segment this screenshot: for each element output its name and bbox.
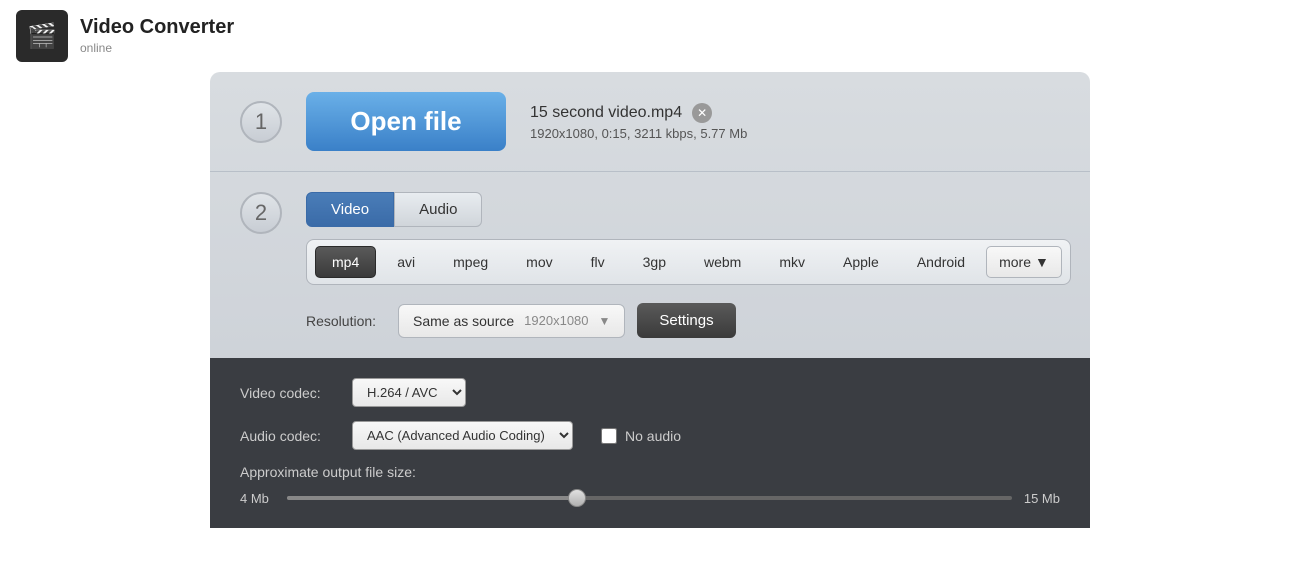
format-apple[interactable]: Apple	[826, 246, 896, 278]
file-close-button[interactable]: ✕	[692, 103, 712, 123]
header: 🎬 Video Converter online	[0, 0, 1300, 72]
file-name-label: 15 second video.mp4	[530, 104, 682, 122]
audio-codec-row: Audio codec: AAC (Advanced Audio Coding)…	[240, 421, 1060, 450]
format-flv[interactable]: flv	[574, 246, 622, 278]
app-subtitle: online	[80, 41, 112, 55]
settings-panel: Video codec: H.264 / AVC Audio codec: AA…	[210, 358, 1090, 528]
main-panel: 1 Open file 15 second video.mp4 ✕ 1920x1…	[210, 72, 1090, 528]
size-slider-row: 4 Mb 15 Mb	[240, 488, 1060, 508]
app-title-group: Video Converter online	[80, 16, 234, 57]
close-icon: ✕	[697, 106, 707, 120]
film-icon: 🎬	[27, 22, 57, 51]
open-file-button[interactable]: Open file	[306, 92, 506, 151]
video-codec-row: Video codec: H.264 / AVC	[240, 378, 1060, 407]
app-logo: 🎬	[16, 10, 68, 62]
no-audio-row: No audio	[601, 428, 681, 444]
format-tabs: Video Audio	[306, 192, 1071, 227]
step2-number: 2	[240, 192, 282, 234]
format-webm[interactable]: webm	[687, 246, 758, 278]
format-bar: mp4 avi mpeg mov flv 3gp webm mkv Apple …	[306, 239, 1071, 285]
slider-track	[287, 496, 1012, 500]
format-mkv[interactable]: mkv	[762, 246, 822, 278]
more-label: more	[999, 254, 1031, 270]
resolution-row: Resolution: Same as source 1920x1080 ▼ S…	[306, 303, 1071, 338]
app-title: Video Converter	[80, 16, 234, 39]
format-panel: Video Audio mp4 avi mpeg mov flv 3gp web…	[306, 192, 1071, 338]
format-mov[interactable]: mov	[509, 246, 569, 278]
slider-thumb[interactable]	[568, 489, 586, 507]
file-meta-label: 1920x1080, 0:15, 3211 kbps, 5.77 Mb	[530, 126, 747, 141]
no-audio-checkbox[interactable]	[601, 428, 617, 444]
size-min-label: 4 Mb	[240, 491, 275, 506]
slider-fill	[287, 496, 577, 500]
resolution-label: Resolution:	[306, 313, 386, 329]
chevron-down-icon: ▼	[1035, 254, 1049, 270]
resolution-value: Same as source	[413, 313, 514, 329]
chevron-down-icon: ▼	[599, 314, 611, 328]
video-codec-select[interactable]: H.264 / AVC	[352, 378, 466, 407]
step2-section: 2 Video Audio mp4 avi mpeg mov flv 3gp w…	[210, 172, 1090, 358]
resolution-dropdown[interactable]: Same as source 1920x1080 ▼	[398, 304, 625, 338]
size-max-label: 15 Mb	[1024, 491, 1060, 506]
resolution-detail: 1920x1080	[524, 313, 588, 328]
tab-audio[interactable]: Audio	[394, 192, 482, 227]
approx-label: Approximate output file size:	[240, 464, 1060, 480]
audio-codec-label: Audio codec:	[240, 428, 340, 444]
size-slider-container	[287, 488, 1012, 508]
file-info: 15 second video.mp4 ✕ 1920x1080, 0:15, 3…	[530, 103, 747, 141]
format-mpeg[interactable]: mpeg	[436, 246, 505, 278]
video-codec-label: Video codec:	[240, 385, 340, 401]
format-avi[interactable]: avi	[380, 246, 432, 278]
step1-number: 1	[240, 101, 282, 143]
step1-section: 1 Open file 15 second video.mp4 ✕ 1920x1…	[210, 72, 1090, 172]
tab-video[interactable]: Video	[306, 192, 394, 227]
format-android[interactable]: Android	[900, 246, 982, 278]
file-name-row: 15 second video.mp4 ✕	[530, 103, 747, 123]
no-audio-label: No audio	[625, 428, 681, 444]
approx-row: Approximate output file size: 4 Mb 15 Mb	[240, 464, 1060, 508]
audio-codec-select[interactable]: AAC (Advanced Audio Coding)	[352, 421, 573, 450]
format-more-dropdown[interactable]: more ▼	[986, 246, 1062, 278]
format-3gp[interactable]: 3gp	[626, 246, 683, 278]
settings-button[interactable]: Settings	[637, 303, 735, 338]
format-mp4[interactable]: mp4	[315, 246, 376, 278]
